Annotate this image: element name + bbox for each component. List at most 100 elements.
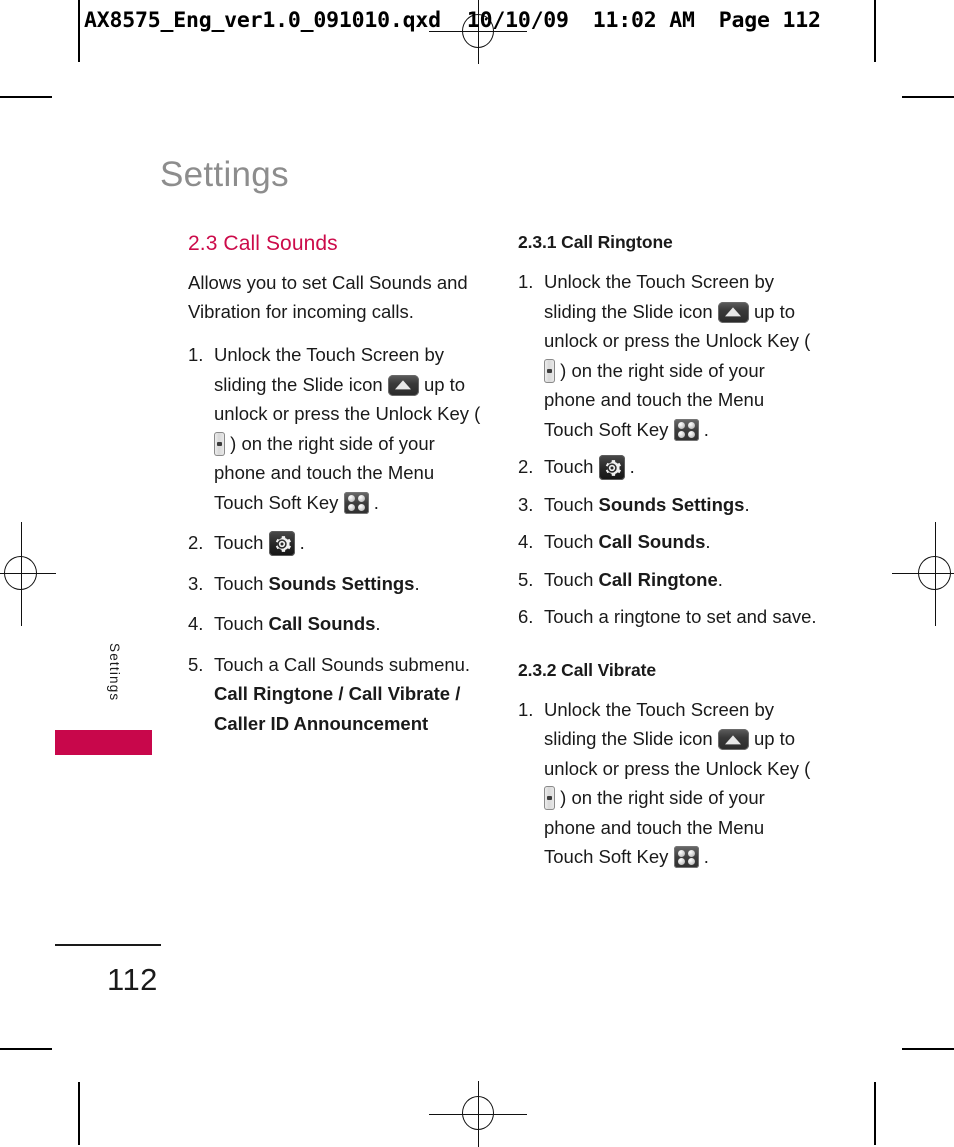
step-text: . — [624, 456, 635, 477]
step-text: ) on the right side of your phone and to… — [214, 432, 435, 513]
step-text: . — [375, 613, 381, 634]
side-tab-label: Settings — [107, 643, 122, 702]
section-heading-call-sounds: 2.3 Call Sounds — [188, 232, 338, 255]
registration-mark-right — [892, 522, 954, 626]
step-item: 4. Touch Call Sounds. — [188, 609, 488, 639]
step-text: Touch — [544, 568, 599, 590]
gear-icon — [598, 455, 625, 480]
soft-key-dot — [677, 430, 685, 438]
steps-list-call-sounds: 1. Unlock the Touch Screen by sliding the… — [188, 340, 488, 738]
soft-key-dot — [677, 849, 685, 857]
footer-rule — [55, 944, 161, 946]
step-text: . — [698, 846, 709, 867]
step-text: . — [705, 531, 711, 552]
slug-date: 10/10/09 — [466, 7, 569, 33]
slide-icon — [717, 301, 749, 323]
step-text: Touch — [214, 572, 269, 594]
crop-mark-bottom-left-horizontal — [0, 1048, 52, 1050]
crop-mark-bottom-right-horizontal — [902, 1048, 954, 1050]
crop-mark-bottom-left-vertical — [78, 1082, 80, 1145]
soft-key-dot — [357, 503, 365, 511]
step-item: 5. Touch a Call Sounds submenu. Call Ring… — [188, 650, 488, 739]
soft-key-dot — [677, 858, 685, 865]
step-number: 1. — [518, 698, 534, 720]
soft-key-dot — [687, 858, 695, 865]
menu-touch-soft-key-icon — [343, 491, 369, 514]
step-number: 3. — [188, 572, 204, 594]
step-text: Touch — [214, 613, 269, 634]
step-text: Touch — [214, 532, 269, 553]
step-number: 1. — [518, 271, 534, 292]
soft-key-dot — [357, 495, 365, 502]
unlock-key-icon — [544, 786, 555, 810]
step-text-emphasis: Sounds Settings — [598, 493, 745, 515]
step-number: 2. — [518, 456, 534, 477]
section-heading-call-vibrate: 2.3.2 Call Vibrate — [518, 659, 656, 680]
step-item: 3. Touch Sounds Settings. — [188, 569, 488, 599]
step-item: 2. Touch . — [518, 452, 818, 482]
soft-key-dot — [687, 422, 695, 429]
menu-touch-soft-key-icon — [673, 418, 699, 441]
crop-mark-top-right-horizontal — [902, 96, 954, 98]
left-column: 2.3 Call Sounds Allows you to set Call S… — [188, 232, 488, 749]
step-number: 5. — [188, 653, 204, 675]
step-text: . — [368, 491, 379, 513]
soft-key-dot — [347, 495, 355, 502]
step-text: Touch — [544, 493, 599, 515]
slug-filename: AX8575_Eng_ver1.0_091010.qxd — [84, 7, 441, 33]
step-number: 6. — [518, 606, 534, 627]
step-item: 5. Touch Call Ringtone. — [518, 565, 818, 595]
step-text: . — [744, 493, 750, 515]
unlock-key-icon — [214, 431, 225, 456]
step-item: 1. Unlock the Touch Screen by sliding the… — [518, 267, 818, 444]
step-text: . — [698, 418, 709, 440]
step-number: 1. — [188, 344, 204, 365]
step-number: 2. — [188, 532, 204, 553]
step-text-emphasis: Sounds Settings — [268, 572, 415, 594]
step-text: Touch — [544, 531, 599, 552]
step-number: 5. — [518, 568, 534, 590]
section-intro-text: Allows you to set Call Sounds and Vibrat… — [188, 272, 468, 322]
step-item: 6. Touch a ringtone to set and save. — [518, 602, 818, 632]
soft-key-dot — [347, 503, 355, 511]
step-text: . — [414, 572, 420, 594]
registration-mark-left — [0, 522, 62, 626]
crop-mark-bottom-right-vertical — [874, 1082, 876, 1145]
registration-mark-bottom — [429, 1081, 527, 1147]
page-title: Settings — [160, 155, 289, 194]
soft-key-dot — [687, 430, 695, 438]
right-column: 2.3.1 Call Ringtone 1. Unlock the Touch S… — [518, 232, 818, 880]
step-text-emphasis: Call Ringtone — [598, 568, 718, 590]
steps-list-call-vibrate: 1. Unlock the Touch Screen by sliding the… — [518, 695, 818, 872]
step-item: 1. Unlock the Touch Screen by sliding the… — [518, 695, 818, 872]
step-number: 3. — [518, 493, 534, 515]
step-item: 4. Touch Call Sounds. — [518, 527, 818, 557]
step-text: Touch a ringtone to set and save. — [544, 606, 817, 627]
page-number: 112 — [107, 962, 158, 997]
step-number: 4. — [188, 613, 204, 634]
side-tab-marker — [55, 730, 152, 755]
print-slug: AX8575_Eng_ver1.0_091010.qxd 10/10/09 11… — [84, 4, 884, 36]
step-text-emphasis: Call Sounds — [268, 613, 376, 634]
soft-key-dot — [687, 849, 695, 857]
step-text: ) on the right side of your phone and to… — [544, 787, 765, 867]
step-item: 1. Unlock the Touch Screen by sliding the… — [188, 340, 488, 517]
slug-time: 11:02 AM — [592, 7, 695, 33]
step-number: 4. — [518, 531, 534, 552]
step-text-emphasis: Call Ringtone / Call Vibrate / Caller ID… — [214, 683, 461, 734]
section-heading-call-ringtone: 2.3.1 Call Ringtone — [518, 232, 673, 252]
gear-icon — [268, 531, 295, 556]
crop-mark-top-left-horizontal — [0, 96, 52, 98]
soft-key-dot — [677, 422, 685, 429]
crop-mark-top-left-vertical — [78, 0, 80, 62]
step-text: Touch a Call Sounds submenu. — [214, 653, 471, 675]
slug-page-label: Page 112 — [718, 7, 821, 33]
step-item: 3. Touch Sounds Settings. — [518, 490, 818, 520]
step-text-emphasis: Call Sounds — [598, 531, 706, 552]
step-item: 2. Touch . — [188, 528, 488, 558]
slide-icon — [717, 729, 749, 750]
step-text: ) on the right side of your phone and to… — [544, 359, 765, 440]
step-text: . — [294, 532, 305, 553]
unlock-key-icon — [544, 358, 555, 383]
step-text: . — [717, 568, 723, 590]
